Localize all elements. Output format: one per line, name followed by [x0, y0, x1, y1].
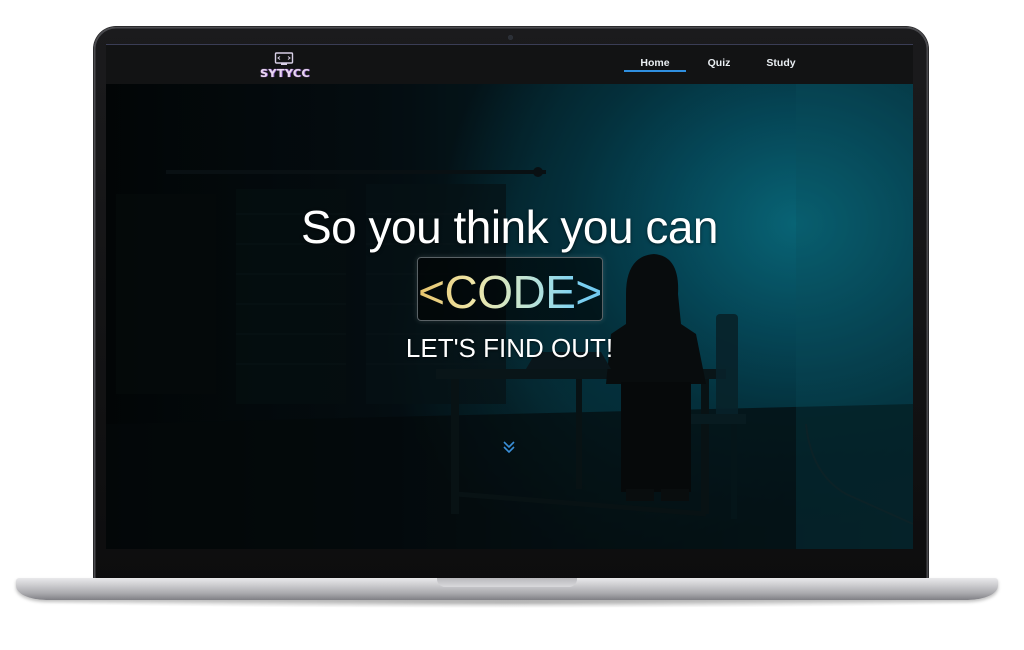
- camera-icon: [508, 35, 513, 40]
- navbar: SYTYCC Home Quiz Study: [106, 44, 913, 85]
- nav-study[interactable]: Study: [761, 57, 801, 69]
- logo-text: SYTYCC: [259, 67, 311, 80]
- chevron-double-down-icon[interactable]: [502, 440, 516, 454]
- site-logo[interactable]: SYTYCC: [256, 50, 316, 82]
- nav-quiz[interactable]: Quiz: [699, 57, 739, 69]
- laptop-screen: SYTYCC Home Quiz Study So you think you …: [106, 44, 913, 549]
- laptop-opening-notch: [437, 578, 577, 587]
- hero-subheadline: LET'S FIND OUT!: [405, 333, 614, 363]
- laptop-mockup: SYTYCC Home Quiz Study So you think you …: [0, 0, 1024, 650]
- monitor-icon: [274, 52, 294, 65]
- hero-headline: So you think you can: [300, 201, 719, 253]
- code-word: <CODE>: [418, 266, 602, 318]
- hero-section: So you think you can <CODE> LET'S FIND O…: [106, 84, 913, 549]
- nav-home[interactable]: Home: [624, 57, 686, 69]
- nav-active-indicator: [624, 70, 686, 72]
- code-badge: <CODE>: [417, 257, 603, 321]
